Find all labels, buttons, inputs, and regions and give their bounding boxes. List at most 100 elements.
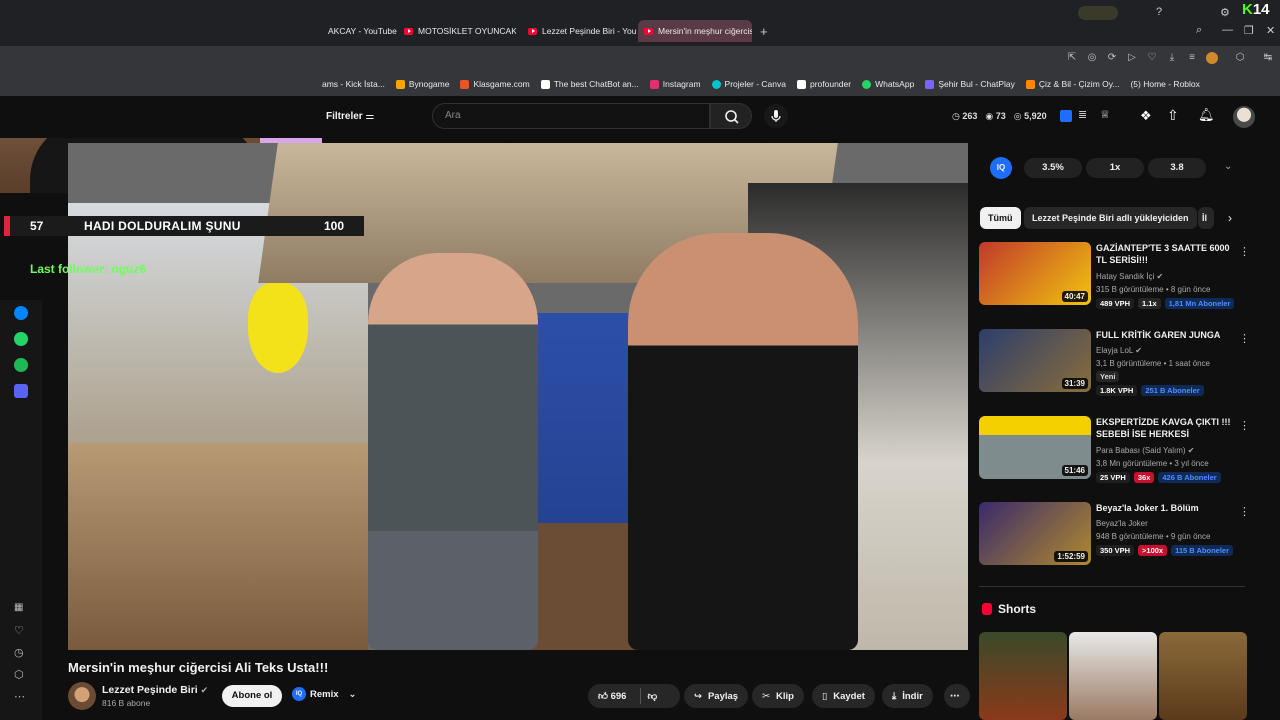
goal-current: 57 bbox=[30, 219, 44, 233]
menu-icon[interactable]: ≡ bbox=[1186, 52, 1198, 64]
bookmark-canva[interactable]: Projeler - Canva bbox=[711, 79, 786, 89]
recommendation-title[interactable]: GAZİANTEP'TE 3 SAATTE 6000 TL SERİSİ!!! bbox=[1096, 242, 1232, 266]
heart-icon[interactable]: ♡ bbox=[1146, 52, 1158, 64]
recommendation-channel[interactable]: Hatay Sandık İçi ✔ bbox=[1096, 272, 1163, 281]
voice-search-button[interactable] bbox=[764, 104, 788, 128]
upload-icon[interactable]: ⇧ bbox=[1167, 107, 1183, 123]
bookmark-bynogame[interactable]: Bynogame bbox=[395, 79, 449, 89]
chip-partial[interactable]: İl bbox=[1198, 207, 1214, 229]
tab-akcay[interactable]: AKCAY - YouTube bbox=[322, 20, 400, 42]
subscribe-button[interactable]: Abone ol bbox=[222, 685, 282, 707]
gear-icon[interactable]: ⚙ bbox=[1220, 6, 1230, 19]
bookmark-chatplay[interactable]: Şehir Bul - ChatPlay bbox=[925, 79, 1015, 89]
filters-button[interactable]: Filtreler ⚌ bbox=[326, 111, 374, 122]
chevron-down-icon[interactable]: ⌄ bbox=[1224, 161, 1232, 172]
more-icon[interactable]: ⋯ bbox=[14, 690, 28, 704]
bookmark-klasgame[interactable]: Klasgame.com bbox=[460, 79, 530, 89]
recommendation-title[interactable]: Beyaz'la Joker 1. Bölüm bbox=[1096, 502, 1232, 514]
recommendation-title[interactable]: FULL KRİTİK GAREN JUNGA bbox=[1096, 329, 1232, 341]
play-icon[interactable]: ▷ bbox=[1126, 52, 1138, 64]
restore-icon[interactable]: ❐ bbox=[1244, 24, 1254, 37]
bookmark-chatbot[interactable]: The best ChatBot an... bbox=[540, 79, 639, 89]
dislike-button[interactable]: 👎︎ bbox=[647, 690, 657, 702]
instagram-icon bbox=[649, 79, 659, 89]
spotify-icon[interactable] bbox=[14, 358, 28, 372]
short-thumbnail[interactable] bbox=[1069, 632, 1157, 720]
channel-avatar[interactable] bbox=[68, 682, 96, 710]
browser-tab-bar: AKCAY - YouTube MOTOSİKLET OYUNCAK D Lez… bbox=[0, 0, 1280, 46]
iq-extension-icon[interactable] bbox=[1060, 110, 1072, 122]
refresh-icon[interactable]: ⟳ bbox=[1106, 52, 1118, 64]
search-tabs-icon[interactable]: ⌕ bbox=[1196, 24, 1202, 37]
search-input[interactable]: Ara bbox=[432, 103, 710, 129]
iq-logo-icon: IQ bbox=[990, 157, 1012, 179]
list-icon[interactable]: ≣ bbox=[1078, 108, 1094, 124]
chevron-right-icon[interactable]: › bbox=[1228, 211, 1232, 225]
bookmark-roblox[interactable]: (5) Home - Roblox bbox=[1130, 79, 1199, 89]
close-icon[interactable]: ✕ bbox=[1266, 24, 1275, 37]
bookmark-cizbil[interactable]: Çiz & Bil - Çizim Oy... bbox=[1025, 79, 1119, 89]
bookmark-kick[interactable]: ams - Kick İsta... bbox=[322, 79, 385, 89]
remix-button[interactable]: IQ Remix ⌄ bbox=[292, 687, 356, 701]
recommendation-item[interactable]: 51:46 EKSPERTİZDE KAVGA ÇIKTI !!! SEBEBİ… bbox=[979, 416, 1250, 483]
chip-from-uploader[interactable]: Lezzet Peşinde Biri adlı yükleyiciden bbox=[1024, 207, 1197, 229]
messenger-icon[interactable] bbox=[14, 306, 28, 320]
cube-icon[interactable]: ⬡ bbox=[14, 668, 28, 682]
help-icon[interactable]: ? bbox=[1156, 6, 1162, 18]
extensions-icon[interactable]: ⬡ bbox=[1234, 52, 1246, 64]
tab-motosiklet[interactable]: MOTOSİKLET OYUNCAK D bbox=[398, 20, 516, 42]
history-icon[interactable]: ◷ bbox=[14, 646, 28, 660]
subscribers-badge: 426 B Aboneler bbox=[1158, 472, 1221, 483]
short-thumbnail[interactable] bbox=[979, 632, 1067, 720]
save-button[interactable]: ▯ Kaydet bbox=[812, 684, 875, 708]
new-badge: Yeni bbox=[1096, 371, 1120, 382]
minimize-icon[interactable]: — bbox=[1222, 24, 1233, 36]
bell-icon[interactable]: 🔔︎ bbox=[1198, 107, 1215, 123]
create-icon[interactable]: ❖ bbox=[1140, 108, 1156, 124]
more-options-icon[interactable]: ⋮ bbox=[1239, 332, 1250, 345]
bookmark-whatsapp[interactable]: WhatsApp bbox=[862, 79, 914, 89]
video-thumbnail[interactable]: 51:46 bbox=[979, 416, 1091, 479]
recommendation-meta: 3,8 Mn görüntüleme • 3 yıl önce bbox=[1096, 459, 1209, 468]
whatsapp-icon[interactable] bbox=[14, 332, 28, 346]
heart-icon[interactable]: ♡ bbox=[14, 624, 28, 638]
download-button[interactable]: ⤓ İndir bbox=[882, 684, 933, 708]
bookmark-instagram[interactable]: Instagram bbox=[649, 79, 701, 89]
video-thumbnail[interactable]: 1:52:59 bbox=[979, 502, 1091, 565]
sidebar-toggle-icon[interactable]: ↹ bbox=[1262, 52, 1274, 64]
recommendation-channel[interactable]: Para Babası (Said Yalım) ✔ bbox=[1096, 446, 1194, 455]
new-tab-button[interactable]: + bbox=[760, 24, 768, 39]
search-button[interactable] bbox=[710, 103, 752, 129]
profile-icon[interactable] bbox=[1206, 52, 1218, 64]
video-thumbnail[interactable]: 40:47 bbox=[979, 242, 1091, 305]
trophy-icon[interactable]: ♕ bbox=[1100, 108, 1116, 124]
more-options-icon[interactable]: ⋮ bbox=[1239, 245, 1250, 258]
chip-all[interactable]: Tümü bbox=[980, 207, 1021, 229]
download-icon[interactable]: ⤓ bbox=[1166, 52, 1178, 64]
channel-name[interactable]: Lezzet Peşinde Biri ✔ bbox=[102, 684, 208, 696]
tab-mersin[interactable]: Mersin'in meşhur ciğercis bbox=[638, 20, 752, 42]
recommendation-item[interactable]: 1:52:59 Beyaz'la Joker 1. Bölüm Beyaz'la… bbox=[979, 502, 1250, 568]
open-in-app-icon[interactable]: ⇱ bbox=[1066, 52, 1078, 64]
remix-label: Remix bbox=[310, 688, 339, 700]
recommendation-channel[interactable]: Elayja LoL ✔ bbox=[1096, 346, 1142, 355]
tab-lezzet[interactable]: Lezzet Peşinde Biri - YouTu bbox=[522, 20, 636, 42]
bookmark-label: profounder bbox=[809, 79, 852, 89]
more-options-icon[interactable]: ⋮ bbox=[1239, 505, 1250, 518]
recommendation-item[interactable]: 40:47 GAZİANTEP'TE 3 SAATTE 6000 TL SERİ… bbox=[979, 242, 1250, 309]
video-thumbnail[interactable]: 31:39 bbox=[979, 329, 1091, 392]
like-button[interactable]: 👍︎ 696 bbox=[598, 690, 626, 702]
more-actions-button[interactable]: ⋯ bbox=[944, 684, 970, 708]
clip-button[interactable]: ✂ Klip bbox=[752, 684, 804, 708]
recommendation-item[interactable]: 31:39 FULL KRİTİK GAREN JUNGA Elayja LoL… bbox=[979, 329, 1250, 396]
discord-icon[interactable] bbox=[14, 384, 28, 398]
short-thumbnail[interactable] bbox=[1159, 632, 1247, 720]
recommendation-title[interactable]: EKSPERTİZDE KAVGA ÇIKTI !!! SEBEBİ İSE H… bbox=[1096, 416, 1232, 442]
more-options-icon[interactable]: ⋮ bbox=[1239, 419, 1250, 432]
apps-grid-icon[interactable]: ▦ bbox=[14, 602, 28, 616]
account-avatar[interactable] bbox=[1233, 106, 1255, 128]
bookmark-profounder[interactable]: profounder bbox=[796, 79, 852, 89]
share-button[interactable]: ↪ Paylaş bbox=[684, 684, 749, 708]
recommendation-channel[interactable]: Beyaz'la Joker bbox=[1096, 519, 1148, 528]
screenshot-icon[interactable]: ◎ bbox=[1086, 52, 1098, 64]
